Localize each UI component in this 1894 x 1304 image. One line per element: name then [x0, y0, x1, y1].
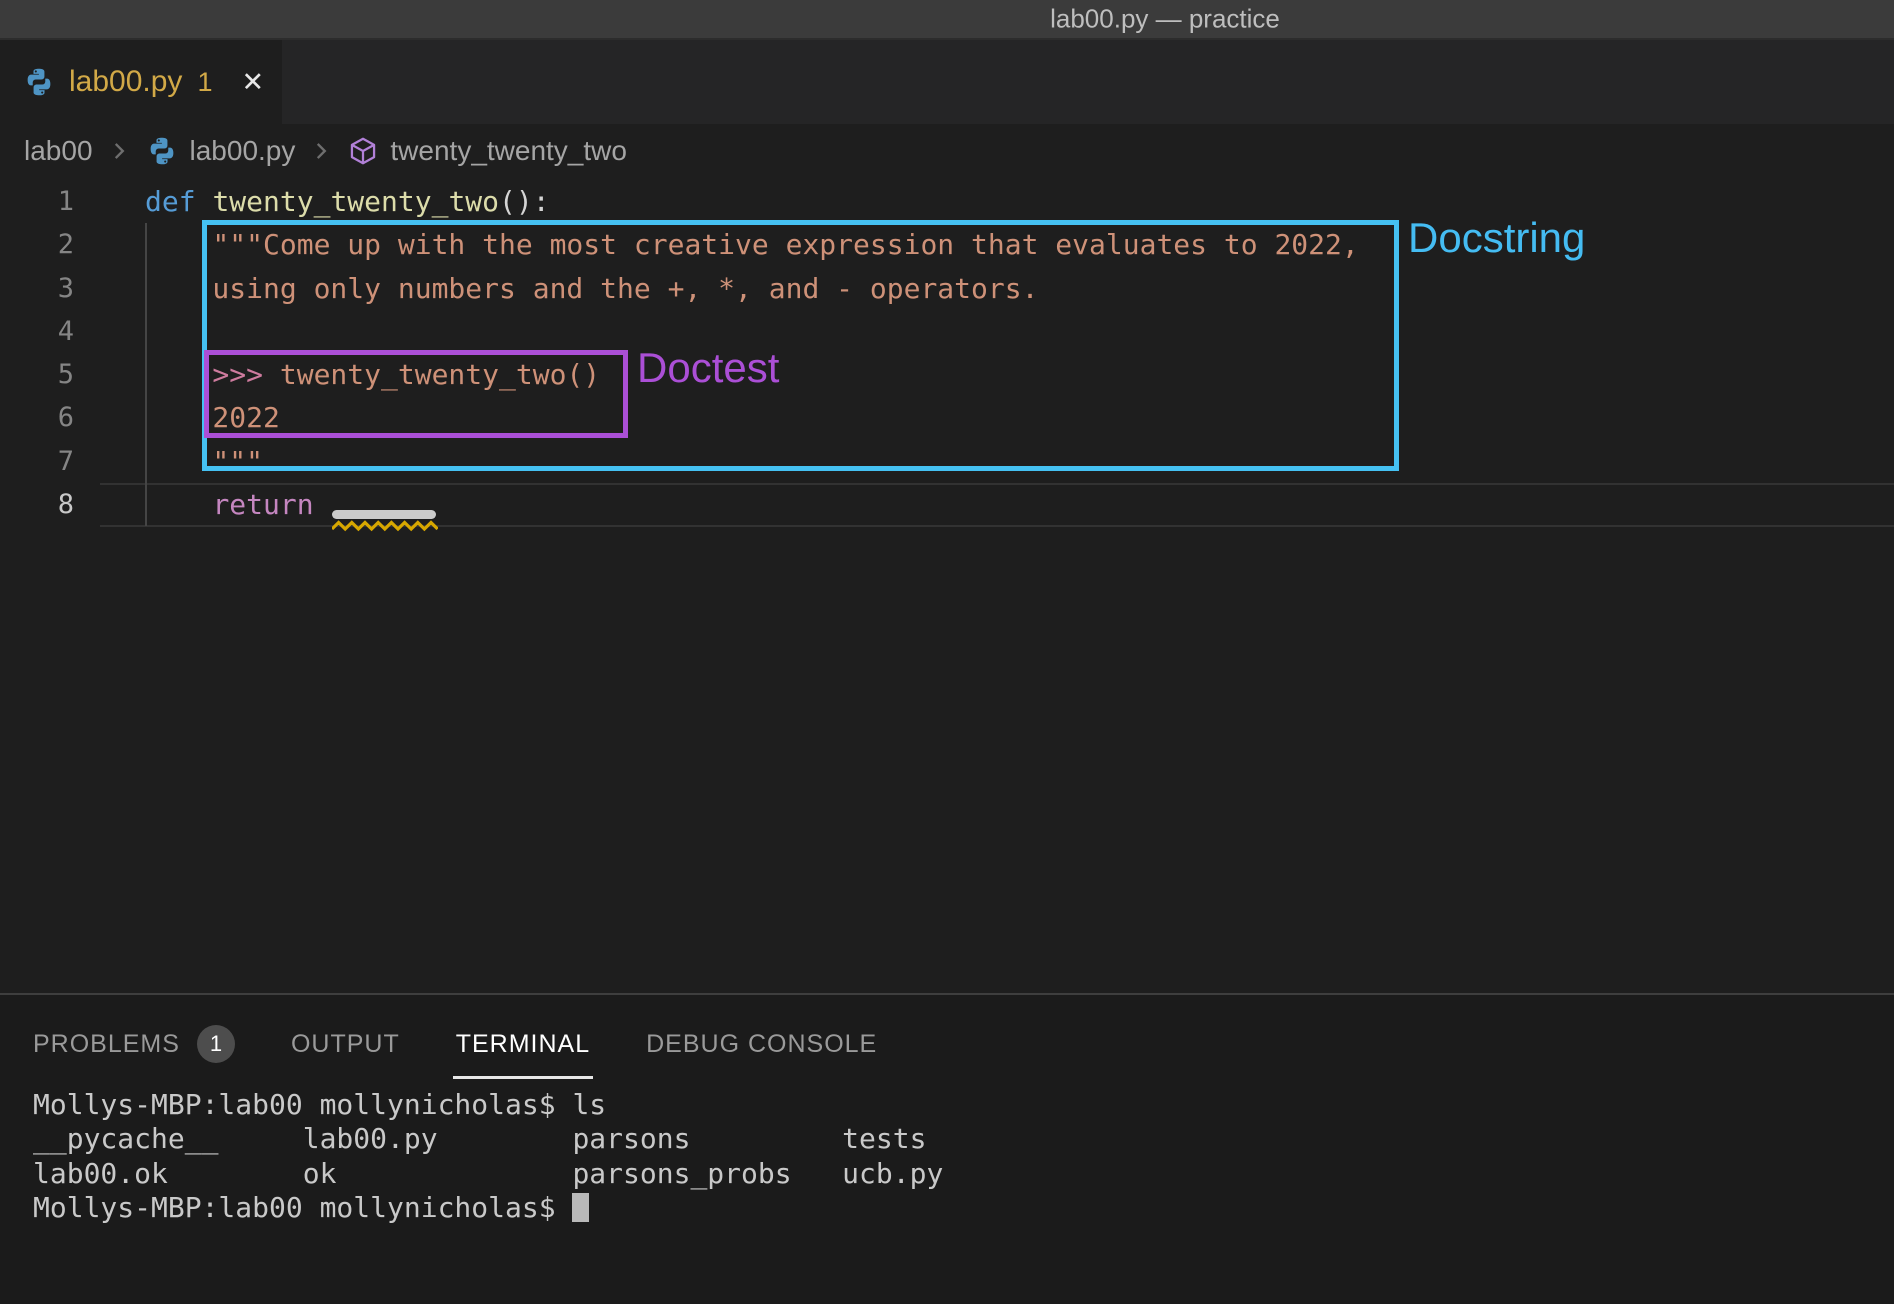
symbol-cube-icon — [347, 135, 379, 167]
docstring-annotation-label: Docstring — [1408, 214, 1585, 262]
panel-tab-problems[interactable]: PROBLEMS 1 — [33, 1025, 235, 1063]
panel-tab-label: TERMINAL — [456, 1030, 590, 1059]
breadcrumb: lab00 lab00.py twenty_twenty_two — [0, 124, 1894, 178]
terminal-line: Mollys-MBP:lab00 mollynicholas$ — [33, 1191, 943, 1225]
terminal-line: lab00.ok ok parsons_probs ucb.py — [33, 1157, 943, 1191]
editor-tab-lab00[interactable]: lab00.py 1 ✕ — [0, 40, 282, 124]
terminal-line: Mollys-MBP:lab00 mollynicholas$ ls — [33, 1088, 943, 1122]
breadcrumb-item-lab00[interactable]: lab00 — [24, 135, 93, 167]
code-editor: 1def twenty_twenty_two():2 """Come up wi… — [0, 178, 1894, 993]
window-title: lab00.py — practice — [1050, 4, 1280, 35]
problems-count-badge: 1 — [197, 1025, 235, 1063]
line-number[interactable]: 6 — [0, 396, 100, 439]
breadcrumb-label: lab00.py — [190, 135, 296, 167]
panel-tab-output[interactable]: OUTPUT — [291, 1030, 400, 1059]
breadcrumb-label: lab00 — [24, 135, 93, 167]
breadcrumb-separator — [106, 138, 132, 164]
panel-tabs: PROBLEMS 1 OUTPUT TERMINAL DEBUG CONSOLE — [33, 1025, 877, 1063]
panel-tab-terminal[interactable]: TERMINAL — [456, 1030, 590, 1059]
line-number[interactable]: 8 — [0, 483, 100, 526]
code-line-8[interactable]: 8 return — [0, 483, 1894, 526]
tab-filename: lab00.py — [69, 65, 182, 99]
code-line-1[interactable]: 1def twenty_twenty_two(): — [0, 180, 1894, 223]
python-icon-slot — [22, 65, 56, 99]
warning-squiggle — [332, 519, 438, 537]
terminal-line: __pycache__ lab00.py parsons tests — [33, 1122, 943, 1156]
tab-problem-count: 1 — [197, 67, 212, 98]
breadcrumb-separator — [308, 138, 334, 164]
doctest-annotation-label: Doctest — [637, 344, 779, 392]
chevron-right-icon — [308, 138, 334, 164]
trailing-space-highlight — [332, 510, 436, 519]
line-number[interactable]: 3 — [0, 267, 100, 310]
close-tab-icon[interactable]: ✕ — [241, 67, 264, 98]
code-text[interactable]: return — [100, 483, 314, 526]
line-number[interactable]: 7 — [0, 440, 100, 483]
panel-tab-label: PROBLEMS — [33, 1030, 180, 1059]
panel-tab-label: DEBUG CONSOLE — [646, 1030, 877, 1059]
doctest-annotation-box — [204, 350, 628, 438]
breadcrumb-item-lab00.py[interactable]: lab00.py — [145, 134, 296, 168]
breadcrumb-label: twenty_twenty_two — [390, 135, 627, 167]
panel-tab-debug-console[interactable]: DEBUG CONSOLE — [646, 1030, 877, 1059]
line-number[interactable]: 1 — [0, 180, 100, 223]
vscode-window: lab00.py — practice lab00.py 1 ✕ lab00 l… — [0, 0, 1894, 1304]
code-text[interactable]: def twenty_twenty_two(): — [100, 180, 550, 223]
terminal-cursor — [572, 1193, 589, 1222]
titlebar: lab00.py — practice — [0, 0, 1894, 40]
terminal-output[interactable]: Mollys-MBP:lab00 mollynicholas$ ls__pyca… — [33, 1088, 943, 1226]
python-icon — [22, 65, 56, 99]
line-number[interactable]: 2 — [0, 223, 100, 266]
line-number[interactable]: 5 — [0, 353, 100, 396]
tab-bar: lab00.py 1 ✕ — [0, 40, 1894, 124]
bottom-panel: PROBLEMS 1 OUTPUT TERMINAL DEBUG CONSOLE Mol… — [0, 993, 1894, 1304]
python-icon — [145, 134, 179, 168]
line-number[interactable]: 4 — [0, 310, 100, 353]
chevron-right-icon — [106, 138, 132, 164]
breadcrumb-item-twenty_twenty_two[interactable]: twenty_twenty_two — [347, 135, 627, 167]
panel-tab-label: OUTPUT — [291, 1030, 400, 1059]
